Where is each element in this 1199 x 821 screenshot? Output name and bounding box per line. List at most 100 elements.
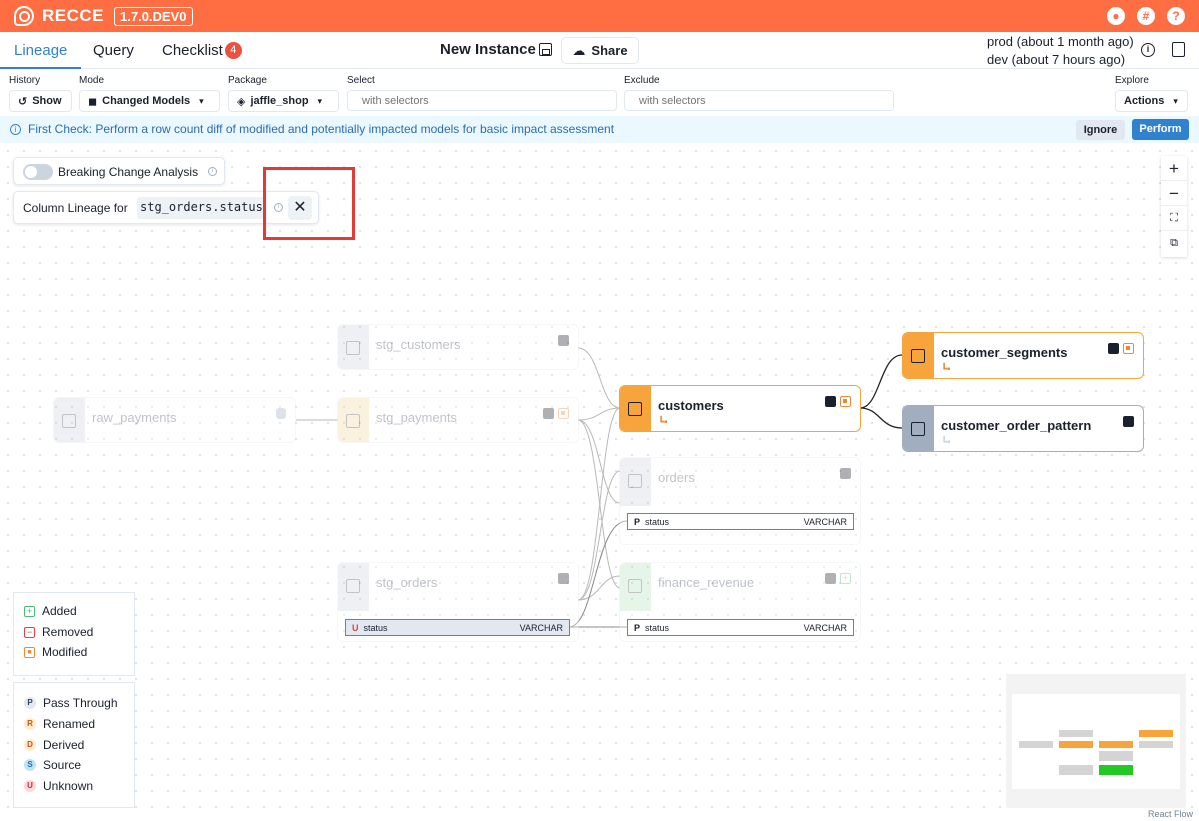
ignore-button[interactable]: Ignore [1076,120,1125,140]
history-label: History [9,75,41,86]
slack-icon[interactable]: # [1137,7,1155,25]
info-icon[interactable]: i [208,167,217,176]
first-check-banner: i First Check: Perform a row count diff … [0,116,1199,143]
node-customer-order-pattern[interactable]: customer_order_pattern ┗▪ [902,405,1144,452]
zoom-out-button[interactable]: − [1161,181,1187,206]
node-name: stg_customers [376,337,461,352]
node-name: stg_payments [376,410,457,425]
tab-query[interactable]: Query [93,32,134,69]
nav-bar: Lineage Query Checklist 4 New Instance ☁ … [0,32,1199,69]
node-customers[interactable]: customers ┗▪ [619,385,861,432]
node-checkbox[interactable] [62,414,76,428]
cloud-upload-icon: ☁ [572,42,586,58]
column-finance-revenue-status[interactable]: P status VARCHAR [627,619,854,636]
legend-label: Modified [42,645,88,659]
removed-icon: − [24,626,35,638]
minimap[interactable] [1006,674,1186,808]
modified-icon: ■ [24,646,35,658]
node-checkbox[interactable] [628,474,642,488]
zoom-controls: + − ⛶ ⧉ [1161,156,1187,257]
legend-removed: − Removed [24,625,93,639]
legend-added: + Added [24,604,77,618]
node-stg-customers[interactable]: stg_customers [337,324,579,370]
mode-label: Mode [79,75,105,86]
node-checkbox[interactable] [911,349,925,363]
model-icon [825,396,836,407]
node-checkbox[interactable] [346,414,360,428]
node-checkbox[interactable] [628,402,642,416]
column-stg-orders-status[interactable]: U status VARCHAR [345,619,570,636]
renamed-badge: R [24,718,36,730]
pass-through-badge: P [24,697,36,709]
share-button[interactable]: ☁ Share [561,37,639,64]
model-icon [1123,416,1134,427]
banner-text: First Check: Perform a row count diff of… [28,122,615,136]
lineage-icon[interactable]: ┗▪ [941,437,951,448]
column-lineage-label: Column Lineage for [23,201,128,215]
tab-checklist[interactable]: Checklist 4 [162,32,242,69]
model-icon [825,573,836,584]
legend-label: Added [42,604,77,618]
exclude-input[interactable] [624,90,894,111]
column-orders-status[interactable]: P status VARCHAR [627,513,854,530]
breaking-change-toggle[interactable] [23,164,53,180]
logout-icon[interactable] [1172,42,1185,57]
save-icon[interactable] [539,43,552,56]
exclude-label: Exclude [624,75,660,86]
mode-select[interactable]: ◼ Changed Models ▾ [79,90,220,112]
fit-view-button[interactable]: ⛶ [1161,206,1187,231]
edge-stg-customers-customers [577,347,621,409]
node-stg-payments[interactable]: stg_payments [337,397,579,443]
node-checkbox[interactable] [346,341,360,355]
model-icon [840,468,851,479]
legend-pass-through: P Pass Through [24,696,118,710]
select-label: Select [347,75,375,86]
perform-button[interactable]: Perform [1132,119,1189,140]
change-legend: + Added − Removed ■ Modified [13,592,135,676]
package-label: Package [228,75,267,86]
react-flow-attribution[interactable]: React Flow [1148,809,1193,819]
minimap-node [1099,741,1133,748]
column-badge: P [634,622,641,633]
node-name: customer_order_pattern [941,418,1092,433]
unknown-badge: U [24,780,36,792]
minimap-node [1099,751,1133,761]
legend-label: Derived [43,738,85,752]
column-lineage-target: stg_orders.status [137,197,266,219]
copy-image-button[interactable]: ⧉ [1161,231,1187,256]
legend-label: Removed [42,625,94,639]
tab-lineage[interactable]: Lineage [0,32,82,69]
github-icon[interactable]: ● [1107,7,1125,25]
history-show-button[interactable]: ↺ Show [9,90,72,112]
added-icon: + [840,573,851,584]
zoom-in-button[interactable]: + [1161,156,1187,181]
node-checkbox[interactable] [346,579,360,593]
node-customer-segments[interactable]: customer_segments ┗▪ [902,332,1144,379]
top-bar: RECCE 1.7.0.DEV0 ● # ? [0,0,1199,32]
lineage-icon[interactable]: ┗▪ [941,364,951,375]
source-badge: S [24,759,36,771]
minimap-node [1059,765,1093,775]
legend-label: Source [43,758,82,772]
legend-label: Renamed [43,717,96,731]
instance-title: New Instance [440,41,536,58]
lineage-canvas[interactable]: Breaking Change Analysis i Column Lineag… [0,143,1199,821]
node-orders[interactable]: orders [619,457,861,545]
node-checkbox[interactable] [628,579,642,593]
minimap-node [1139,741,1173,748]
legend-source: S Source [24,758,81,772]
lineage-icon[interactable]: ┗▪ [658,417,668,428]
node-raw-payments[interactable]: raw_payments [53,397,296,443]
column-type: VARCHAR [803,622,847,633]
node-name: customers [658,398,724,413]
history-icon: ↺ [18,95,28,108]
select-input[interactable] [347,90,617,111]
model-icon [558,573,569,584]
actions-button[interactable]: Actions ▾ [1115,90,1188,112]
legend-label: Pass Through [43,696,118,710]
info-icon[interactable]: i [1141,43,1155,57]
help-icon[interactable]: ? [1167,7,1185,25]
node-checkbox[interactable] [911,422,925,436]
chevron-down-icon: ▾ [199,95,204,106]
package-select[interactable]: ◈ jaffle_shop ▾ [228,90,339,112]
